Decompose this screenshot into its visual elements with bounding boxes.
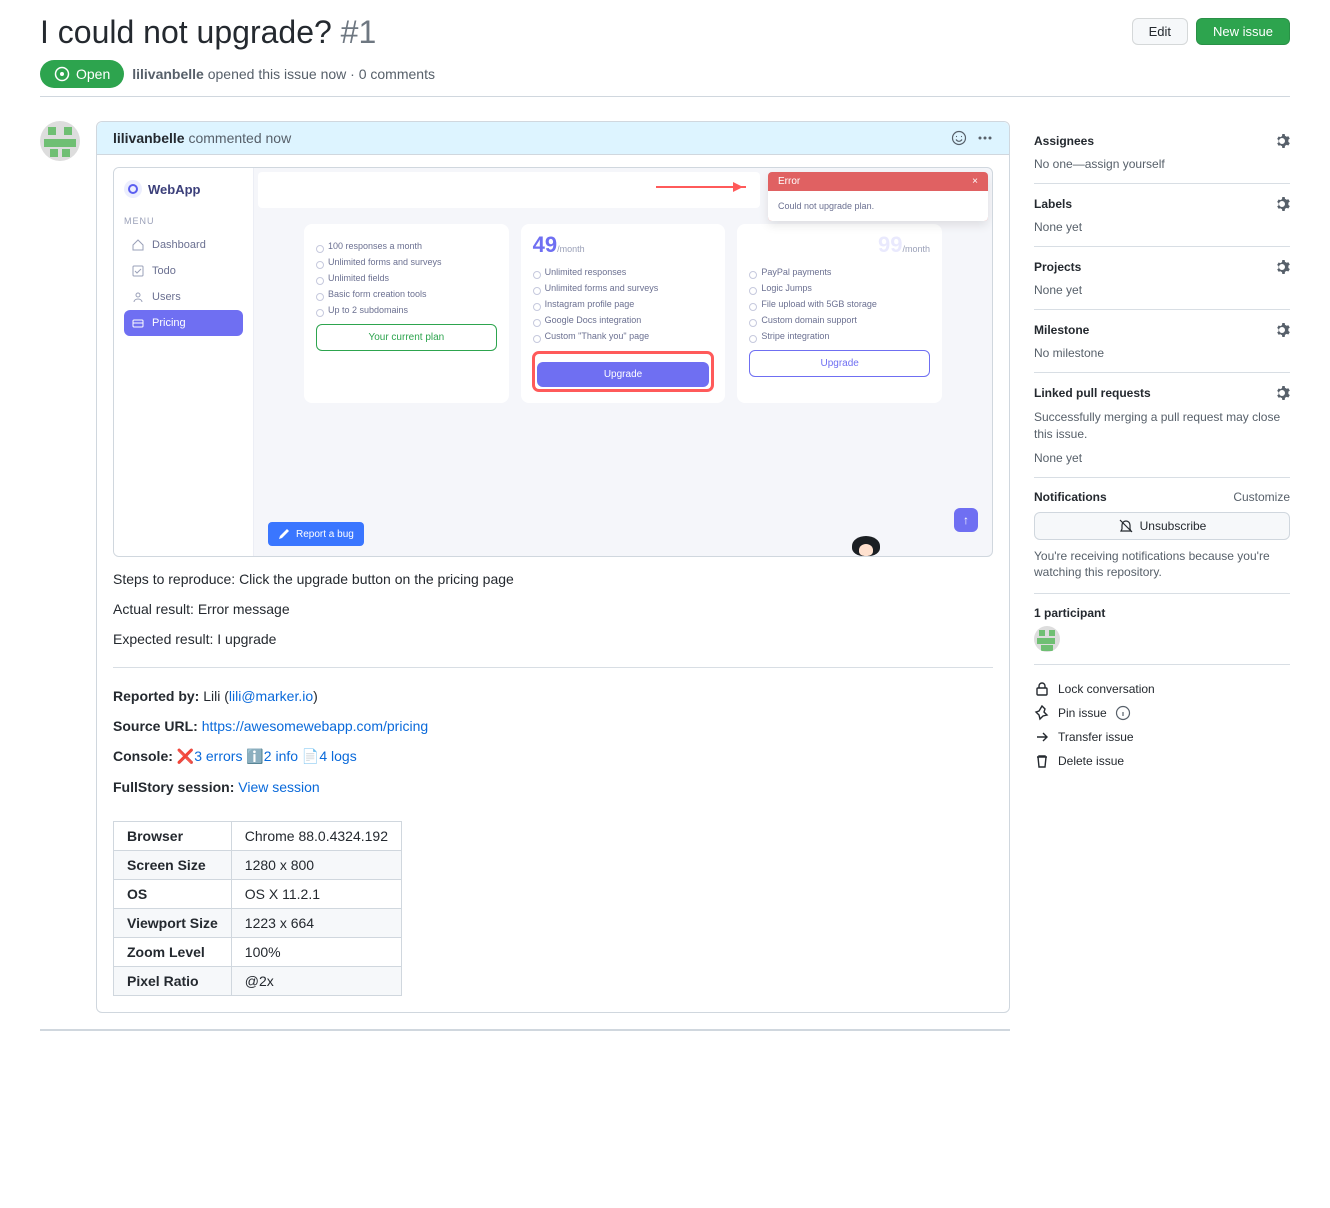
issue-number: #1: [341, 14, 377, 50]
actual-text: Actual result: Error message: [113, 601, 993, 617]
gear-icon[interactable]: [1274, 385, 1290, 401]
report-bug-button: Report a bug: [268, 522, 364, 546]
comment: lilivanbelle commented now: [96, 121, 1010, 1013]
avatar[interactable]: [40, 121, 80, 161]
plan-card-right: 99/month PayPal payments Logic Jumps Fil…: [737, 224, 942, 403]
comment-time: commented now: [188, 130, 291, 146]
status-badge: Open: [40, 60, 124, 88]
environment-table: BrowserChrome 88.0.4324.192 Screen Size1…: [113, 821, 402, 996]
issue-title: I could not upgrade? #1: [40, 12, 376, 52]
linked-pr-title: Linked pull requests: [1034, 386, 1151, 400]
close-icon: ×: [972, 176, 978, 187]
sidebar-item-todo: Todo: [124, 258, 243, 284]
emoji-icon[interactable]: [951, 130, 967, 146]
gear-icon[interactable]: [1274, 196, 1290, 212]
assignees-title: Assignees: [1034, 134, 1094, 148]
console-info-link[interactable]: 2 info: [264, 748, 298, 764]
steps-text: Steps to reproduce: Click the upgrade bu…: [113, 571, 993, 587]
timeline-end: [40, 1029, 1010, 1031]
source-url-link[interactable]: https://awesomewebapp.com/pricing: [202, 718, 428, 734]
annotation-highlight: Upgrade: [533, 352, 714, 391]
trash-icon: [1034, 753, 1050, 769]
gear-icon[interactable]: [1274, 259, 1290, 275]
app-logo: WebApp: [124, 180, 243, 198]
sidebar-item-users: Users: [124, 284, 243, 310]
search-bar: [258, 172, 760, 208]
avatar-illustration: [850, 532, 882, 556]
gear-icon[interactable]: [1274, 322, 1290, 338]
projects-title: Projects: [1034, 260, 1081, 274]
customize-link[interactable]: Customize: [1233, 490, 1290, 504]
lock-conversation[interactable]: Lock conversation: [1034, 677, 1290, 701]
edit-button[interactable]: Edit: [1132, 18, 1188, 45]
labels-title: Labels: [1034, 197, 1072, 211]
expected-text: Expected result: I upgrade: [113, 631, 993, 647]
pin-issue[interactable]: Pin issue: [1034, 701, 1290, 725]
gear-icon[interactable]: [1274, 133, 1290, 149]
error-toast: Error× Could not upgrade plan.: [768, 172, 988, 221]
sidebar-item-pricing: Pricing: [124, 310, 243, 336]
plan-card-mid: 49/month Unlimited responses Unlimited f…: [521, 224, 726, 403]
sidebar-item-dashboard: Dashboard: [124, 232, 243, 258]
transfer-issue[interactable]: Transfer issue: [1034, 725, 1290, 749]
assign-yourself-link[interactable]: No one—assign yourself: [1034, 157, 1165, 171]
arrow-right-icon: [1034, 729, 1050, 745]
screenshot-attachment[interactable]: WebApp MENU Dashboard Todo Users Pricing: [113, 167, 993, 557]
bell-slash-icon: [1118, 518, 1134, 534]
participants-title: 1 participant: [1034, 606, 1105, 620]
new-issue-button[interactable]: New issue: [1196, 18, 1290, 45]
reporter-email-link[interactable]: lili@marker.io: [229, 688, 313, 704]
comment-author[interactable]: lilivanbelle: [113, 130, 185, 146]
scroll-top-button: ↑: [954, 508, 978, 532]
unsubscribe-button[interactable]: Unsubscribe: [1034, 512, 1290, 540]
pencil-icon: [278, 528, 290, 540]
plan-card-left: 100 responses a month Unlimited forms an…: [304, 224, 509, 403]
kebab-icon[interactable]: [977, 130, 993, 146]
issue-open-icon: [54, 66, 70, 82]
participant-avatar[interactable]: [1034, 626, 1060, 652]
pin-icon: [1034, 705, 1050, 721]
notifications-title: Notifications: [1034, 490, 1107, 504]
fullstory-link[interactable]: View session: [238, 779, 319, 795]
annotation-arrow: [656, 186, 746, 188]
console-errors-link[interactable]: ❌3 errors: [177, 748, 243, 764]
milestone-title: Milestone: [1034, 323, 1089, 337]
delete-issue[interactable]: Delete issue: [1034, 749, 1290, 773]
issue-meta: lilivanbelle opened this issue now · 0 c…: [132, 66, 435, 82]
info-icon: [1115, 705, 1131, 721]
lock-icon: [1034, 681, 1050, 697]
console-logs-link[interactable]: 4 logs: [319, 748, 356, 764]
